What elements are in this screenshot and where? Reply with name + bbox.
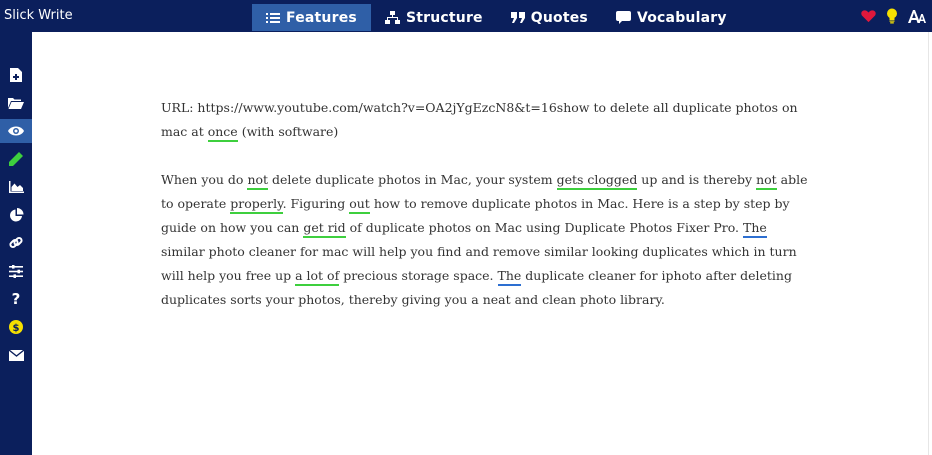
quote-icon [510,11,525,23]
text-run: precious storage space. [339,268,498,283]
pie-chart-button[interactable] [0,203,32,227]
tab-label: Vocabulary [636,9,727,26]
flagged-word[interactable]: not [247,172,269,190]
settings-sliders-button[interactable] [0,259,32,283]
area-chart-button[interactable] [0,175,32,199]
tab-features[interactable]: Features [252,4,371,31]
tab-label: Features [286,9,357,26]
list-icon [266,12,280,23]
tab-structure[interactable]: Structure [371,4,497,31]
flagged-word[interactable]: gets clogged [556,172,638,190]
top-bar: Slick Write Features Structure Quotes Vo… [0,0,932,32]
link-icon [9,236,23,249]
top-icons [861,8,926,24]
area-chart-icon [8,181,24,193]
svg-text:$: $ [13,323,20,334]
heart-icon[interactable] [861,9,876,23]
flagged-word[interactable]: a lot of [295,268,340,286]
link-button[interactable] [0,231,32,255]
eye-icon [8,126,24,136]
open-folder-icon [8,98,24,109]
dollar-icon: $ [9,320,23,334]
lightbulb-icon[interactable] [886,8,898,24]
scrollbar-track[interactable] [928,32,932,455]
font-size-icon[interactable] [908,9,926,24]
pie-chart-icon [9,207,23,221]
open-folder-button[interactable] [0,91,32,115]
tab-quotes[interactable]: Quotes [497,4,602,31]
help-icon: ? [11,290,21,308]
flagged-word[interactable]: once [207,124,238,142]
text-run: of duplicate photos on Mac using Duplica… [345,220,744,235]
sliders-icon [9,264,23,278]
document-editor[interactable]: URL: https://www.youtube.com/watch?v=OA2… [161,96,811,336]
comment-icon [615,11,631,24]
flagged-word[interactable]: not [756,172,777,190]
tab-label: Quotes [530,9,588,26]
text-run: . Figuring [282,196,350,211]
tab-vocabulary[interactable]: Vocabulary [602,4,741,31]
text-run: (with software) [237,124,339,139]
flagged-word[interactable]: The [743,220,767,238]
help-button[interactable]: ? [0,287,32,311]
paragraph-2: When you do not delete duplicate photos … [161,168,811,312]
tab-bar: Features Structure Quotes Vocabulary [252,4,741,31]
view-button[interactable] [0,119,32,143]
sidebar: ? $ [0,32,32,455]
flagged-word[interactable]: get rid [303,220,346,238]
pencil-icon [9,152,23,166]
flagged-word[interactable]: out [349,196,370,214]
text-run: When you do [161,172,248,187]
new-document-button[interactable] [0,63,32,87]
sitemap-icon [384,11,400,24]
text-run: up and is thereby [637,172,757,187]
mail-button[interactable] [0,343,32,367]
app-title: Slick Write [4,8,73,23]
text-run: delete duplicate photos in Mac, your sys… [268,172,557,187]
paragraph-1: URL: https://www.youtube.com/watch?v=OA2… [161,96,811,144]
tab-label: Structure [405,9,483,26]
flagged-word[interactable]: properly [230,196,283,214]
mail-icon [8,349,24,361]
donate-button[interactable]: $ [0,315,32,339]
new-document-icon [10,68,22,82]
flagged-word[interactable]: The [497,268,522,286]
edit-button[interactable] [0,147,32,171]
